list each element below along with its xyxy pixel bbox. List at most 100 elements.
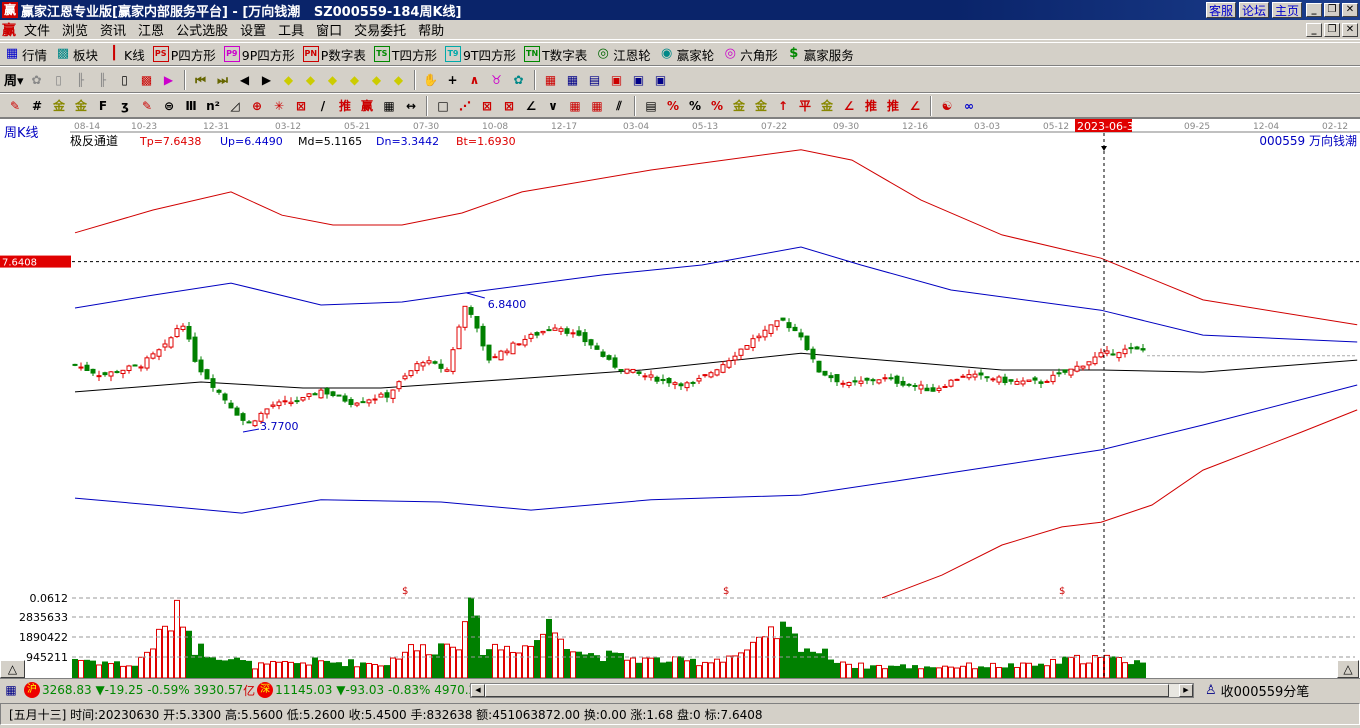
bull-icon[interactable]: ♉ (489, 72, 505, 88)
down-diamond-icon[interactable]: ◆ (391, 72, 407, 88)
expand-right-button[interactable]: △ (1337, 660, 1359, 678)
gold2-icon[interactable]: 金 (73, 98, 89, 114)
quote-table-icon[interactable]: ▦ (3, 682, 19, 698)
chip-icon[interactable]: ▩ (139, 72, 155, 88)
flag-icon[interactable]: ▶ (161, 72, 177, 88)
last-icon[interactable]: ⏭ (215, 72, 231, 88)
slash-icon[interactable]: / (315, 98, 331, 114)
left-diamond-icon[interactable]: ◆ (281, 72, 297, 88)
star-icon[interactable]: ✳ (271, 98, 287, 114)
scroll-right-arrow[interactable]: ▶ (1179, 684, 1193, 697)
next-icon[interactable]: ▶ (259, 72, 275, 88)
forum-link[interactable]: 论坛 (1238, 2, 1269, 18)
tick-data-button[interactable]: ♙ 收000559分笔 (1205, 682, 1360, 700)
gold3-icon[interactable]: 金 (819, 98, 835, 114)
box-fan-icon[interactable]: ⊠ (479, 98, 495, 114)
candle-icon[interactable]: ▯ (117, 72, 133, 88)
menu-file[interactable]: 文件 (18, 20, 56, 39)
win-icon[interactable]: 赢 (359, 98, 375, 114)
shrink-icon[interactable]: ◆ (347, 72, 363, 88)
push2-icon[interactable]: 推 (863, 98, 879, 114)
brush-icon[interactable]: ✎ (139, 98, 155, 114)
circle-icon[interactable]: ⊜ (161, 98, 177, 114)
line-icon[interactable]: ∧ (467, 72, 483, 88)
first-icon[interactable]: ⏮ (193, 72, 209, 88)
toolbar-button-4[interactable]: P9 9P四方形 (223, 45, 295, 64)
toolbar-button-7[interactable]: T9 9T四方形 (444, 45, 516, 64)
draw-icon[interactable]: ✿ (29, 72, 45, 88)
fan-icon[interactable]: ⋰ (457, 98, 473, 114)
gold-icon[interactable]: 金 (51, 98, 67, 114)
percent-line-icon[interactable]: % (709, 98, 725, 114)
toolbar-button-1[interactable]: ▩ 板块 (55, 45, 98, 64)
square-icon[interactable]: ⊠ (293, 98, 309, 114)
box-fan2-icon[interactable]: ⊠ (501, 98, 517, 114)
grid-icon[interactable]: # (29, 98, 45, 114)
parallel-icon[interactable]: ⫽ (611, 98, 627, 114)
menu-gann[interactable]: 江恩 (132, 20, 170, 39)
percent-icon[interactable]: % (687, 98, 703, 114)
toolbar-button-5[interactable]: PN P数字表 (302, 45, 366, 64)
up-diamond-icon[interactable]: ◆ (369, 72, 385, 88)
zigzag-icon[interactable]: ∨ (545, 98, 561, 114)
menu-formula[interactable]: 公式选股 (170, 20, 234, 39)
push-icon[interactable]: 推 (337, 98, 353, 114)
menu-help[interactable]: 帮助 (412, 20, 450, 39)
child-minimize-button[interactable]: _ (1306, 23, 1322, 37)
expand-left-button[interactable]: △ (0, 660, 25, 678)
f-icon[interactable]: F (95, 98, 111, 114)
menu-browse[interactable]: 浏览 (56, 20, 94, 39)
child-close-button[interactable]: ✕ (1342, 23, 1358, 37)
child-restore-button[interactable]: ❐ (1324, 23, 1340, 37)
right-diamond-icon[interactable]: ◆ (303, 72, 319, 88)
angle3-icon[interactable]: ∠ (907, 98, 923, 114)
close-button[interactable]: ✕ (1342, 3, 1358, 17)
hand-icon[interactable]: ✋ (423, 72, 439, 88)
minimize-button[interactable]: _ (1306, 3, 1322, 17)
push3-icon[interactable]: 推 (885, 98, 901, 114)
angle2-icon[interactable]: ∠ (841, 98, 857, 114)
gann-grid-icon[interactable]: ▦ (567, 98, 583, 114)
spiral-icon[interactable]: ʒ (117, 98, 133, 114)
expand-icon[interactable]: ◆ (325, 72, 341, 88)
percent-red-icon[interactable]: % (665, 98, 681, 114)
ping-icon[interactable]: 平 (797, 98, 813, 114)
n2-icon[interactable]: n² (205, 98, 221, 114)
period-select[interactable]: 周▾ (4, 70, 24, 89)
yin-yang-icon[interactable]: ☯ (939, 98, 955, 114)
horizontal-scrollbar[interactable]: ◀ ▶ (470, 683, 1194, 698)
toolbar-button-3[interactable]: PS P四方形 (152, 45, 216, 64)
triangle-icon[interactable]: ◿ (227, 98, 243, 114)
bars2-icon[interactable]: ╟ (95, 72, 111, 88)
trade-icon[interactable]: ▣ (653, 72, 669, 88)
table-icon[interactable]: ▤ (643, 98, 659, 114)
chart-area[interactable]: 08-14 10-23 12-31 03-12 05-21 07-30 10-08 12-17… (0, 118, 1360, 679)
save-icon[interactable]: ▣ (609, 72, 625, 88)
home-link[interactable]: 主页 (1271, 2, 1302, 18)
gold-circle-icon[interactable]: 金 (731, 98, 747, 114)
toolbar-button-0[interactable]: ▦ 行情 (4, 45, 47, 64)
crosshair-icon[interactable]: + (445, 72, 461, 88)
toolbar-button-9[interactable]: ◎ 江恩轮 (595, 45, 651, 64)
calculator-icon[interactable]: ▦ (565, 72, 581, 88)
menu-trade[interactable]: 交易委托 (348, 20, 412, 39)
service-link[interactable]: 客服 (1205, 2, 1236, 18)
prev-icon[interactable]: ◀ (237, 72, 253, 88)
cycle-icon[interactable]: ✿ (511, 72, 527, 88)
notes-icon[interactable]: ▤ (587, 72, 603, 88)
restore-button[interactable]: ❐ (1324, 3, 1340, 17)
calendar-icon[interactable]: ▦ (543, 72, 559, 88)
rect-icon[interactable]: □ (435, 98, 451, 114)
pen-icon[interactable]: ✎ (7, 98, 23, 114)
bars-icon[interactable]: ╟ (73, 72, 89, 88)
page-icon[interactable]: ▯ (51, 72, 67, 88)
angle-icon[interactable]: ∠ (523, 98, 539, 114)
infinity-icon[interactable]: ∞ (961, 98, 977, 114)
target-icon[interactable]: ⊕ (249, 98, 265, 114)
gann-grid2-icon[interactable]: ▦ (589, 98, 605, 114)
menu-window[interactable]: 窗口 (310, 20, 348, 39)
toolbar-button-11[interactable]: ◎ 六角形 (722, 45, 778, 64)
menu-news[interactable]: 资讯 (94, 20, 132, 39)
rocket-icon[interactable]: ↑ (775, 98, 791, 114)
toolbar-button-12[interactable]: $ 赢家服务 (786, 45, 854, 64)
